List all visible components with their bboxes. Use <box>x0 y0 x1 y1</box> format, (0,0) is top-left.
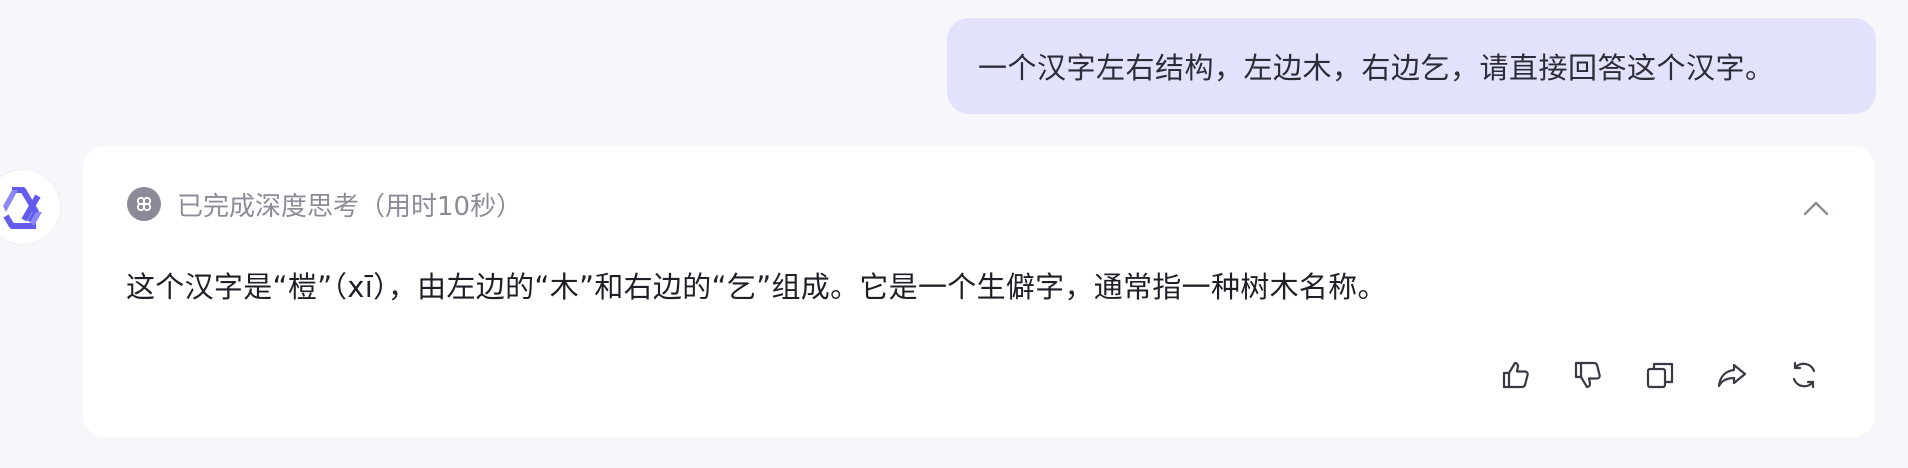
thinking-toggle[interactable]: 已完成深度思考（用时10秒） <box>127 186 522 222</box>
copy-button[interactable] <box>1643 358 1677 392</box>
assistant-logo-icon <box>3 187 42 229</box>
thinking-icon <box>127 187 161 221</box>
thinking-status-label: 已完成深度思考（用时10秒） <box>177 191 523 222</box>
dislike-button[interactable] <box>1571 358 1605 392</box>
response-actions <box>1499 358 1821 392</box>
share-button[interactable] <box>1715 358 1749 392</box>
assistant-answer-text: 这个汉字是“榿”（xī），由左边的“木”和右边的“乞”组成。它是一个生僻字，通常… <box>126 270 1387 304</box>
like-button[interactable] <box>1499 358 1533 392</box>
regenerate-button[interactable] <box>1787 358 1821 392</box>
collapse-thinking-button[interactable] <box>1801 196 1831 220</box>
copy-icon <box>1646 362 1674 389</box>
refresh-icon <box>1792 361 1816 389</box>
chevron-up-icon <box>1803 201 1829 216</box>
assistant-avatar <box>0 170 60 244</box>
user-message-bubble: 一个汉字左右结构，左边木，右边乞，请直接回答这个汉字。 <box>947 18 1876 114</box>
share-icon <box>1717 363 1747 388</box>
thumbs-up-icon <box>1502 361 1529 389</box>
user-message-text: 一个汉字左右结构，左边木，右边乞，请直接回答这个汉字。 <box>978 51 1775 85</box>
assistant-response-card: 已完成深度思考（用时10秒） 这个汉字是“榿”（xī），由左边的“木”和右边的“… <box>83 146 1875 437</box>
thumbs-down-icon <box>1574 361 1601 389</box>
